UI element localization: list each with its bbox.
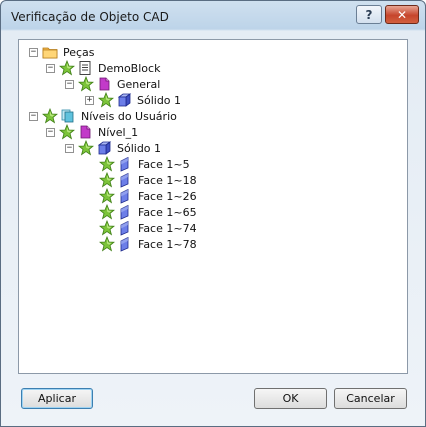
tree-node-label: Face 1~18 bbox=[138, 173, 197, 187]
collapse-toggle[interactable]: − bbox=[46, 63, 55, 73]
tree-node-pecas[interactable]: − Peças bbox=[29, 44, 95, 60]
tree-node-niveis[interactable]: − Níveis do Usuário bbox=[29, 108, 177, 124]
star-icon bbox=[42, 108, 58, 124]
collapse-toggle[interactable]: − bbox=[29, 111, 38, 121]
tree-node-face[interactable]: Face 1~78 bbox=[99, 236, 197, 252]
tree-panel[interactable]: − Peças − DemoBlock − General + Sólido 1… bbox=[18, 39, 408, 374]
star-icon bbox=[99, 156, 115, 172]
tree-node-demoblock[interactable]: − DemoBlock bbox=[46, 60, 160, 76]
cad-object-check-dialog: Verificação de Objeto CAD ? ✕ − Peças − … bbox=[0, 0, 426, 427]
solid-icon bbox=[116, 92, 132, 108]
help-button[interactable]: ? bbox=[356, 5, 382, 24]
tree-node-general[interactable]: − General bbox=[65, 76, 160, 92]
title-bar: Verificação de Objeto CAD ? ✕ bbox=[1, 1, 425, 31]
tree-node-face[interactable]: Face 1~18 bbox=[99, 172, 197, 188]
tree-node-solido-general[interactable]: + Sólido 1 bbox=[85, 92, 181, 108]
help-icon: ? bbox=[365, 7, 373, 22]
collapse-toggle[interactable]: − bbox=[65, 79, 74, 89]
star-icon bbox=[99, 204, 115, 220]
face-icon bbox=[117, 172, 133, 188]
apply-button[interactable]: Aplicar bbox=[21, 388, 93, 409]
face-icon bbox=[117, 156, 133, 172]
tree-node-label: Sólido 1 bbox=[137, 93, 182, 107]
star-icon bbox=[99, 188, 115, 204]
star-icon bbox=[99, 236, 115, 252]
tree-node-label: Face 1~65 bbox=[138, 205, 197, 219]
tree-node-face[interactable]: Face 1~5 bbox=[99, 156, 190, 172]
tree-node-label: Nível_1 bbox=[98, 125, 139, 139]
face-icon bbox=[117, 220, 133, 236]
tree-node-label: General bbox=[117, 77, 161, 91]
tree-node-face[interactable]: Face 1~74 bbox=[99, 220, 197, 236]
tree-node-label: Peças bbox=[63, 45, 95, 59]
tree-node-nivel1[interactable]: − Nível_1 bbox=[46, 124, 138, 140]
document-icon bbox=[77, 60, 93, 76]
folder-icon bbox=[42, 44, 58, 60]
cancel-button[interactable]: Cancelar bbox=[334, 388, 407, 409]
tree-node-label: Níveis do Usuário bbox=[81, 109, 177, 123]
tree-node-label: DemoBlock bbox=[98, 61, 161, 75]
tree-node-label: Sólido 1 bbox=[117, 141, 162, 155]
tree-node-face[interactable]: Face 1~65 bbox=[99, 204, 197, 220]
ok-button[interactable]: OK bbox=[254, 388, 327, 409]
collapse-toggle[interactable]: − bbox=[46, 127, 55, 137]
close-button[interactable]: ✕ bbox=[385, 5, 419, 24]
face-icon bbox=[117, 204, 133, 220]
star-icon bbox=[59, 124, 75, 140]
tree-node-label: Face 1~26 bbox=[138, 189, 197, 203]
star-icon bbox=[99, 172, 115, 188]
tree-node-label: Face 1~74 bbox=[138, 221, 197, 235]
layer-icon bbox=[96, 76, 112, 92]
tree-node-solido-nivel[interactable]: − Sólido 1 bbox=[65, 140, 161, 156]
layers-icon bbox=[60, 108, 76, 124]
solid-icon bbox=[96, 140, 112, 156]
collapse-toggle[interactable]: − bbox=[29, 47, 38, 57]
tree-node-label: Face 1~5 bbox=[138, 157, 190, 171]
star-icon bbox=[99, 220, 115, 236]
tree-node-face[interactable]: Face 1~26 bbox=[99, 188, 197, 204]
tree-node-label: Face 1~78 bbox=[138, 237, 197, 251]
close-icon: ✕ bbox=[396, 7, 408, 22]
star-icon bbox=[98, 92, 114, 108]
star-icon bbox=[59, 60, 75, 76]
star-icon bbox=[78, 76, 94, 92]
collapse-toggle[interactable]: − bbox=[65, 143, 74, 153]
window-title: Verificação de Objeto CAD bbox=[11, 10, 169, 24]
layer-icon bbox=[77, 124, 93, 140]
face-icon bbox=[117, 188, 133, 204]
face-icon bbox=[117, 236, 133, 252]
star-icon bbox=[78, 140, 94, 156]
expand-toggle[interactable]: + bbox=[85, 95, 94, 105]
